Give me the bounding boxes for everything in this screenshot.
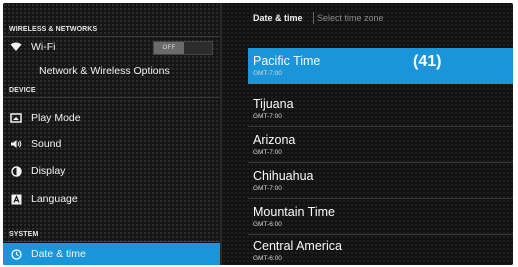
timezone-offset: GMT-7:00 (253, 70, 282, 77)
section-divider (3, 97, 220, 98)
sidebar-item-network-options[interactable]: Network & Wireless Options (3, 59, 220, 83)
section-wireless-networks: WIRELESS & NETWORKS (9, 26, 98, 33)
timezone-item-chihuahua[interactable]: Chihuahua GMT-7:00 (248, 163, 513, 199)
timezone-name: Arizona (253, 133, 296, 147)
wifi-toggle-state: OFF (154, 42, 184, 54)
timezone-item-central-america[interactable]: Central America GMT-6:00 (248, 233, 513, 265)
step-annotation: (41) (413, 53, 442, 70)
sidebar-item-label: Language (31, 193, 78, 205)
sidebar-item-wifi[interactable]: Wi-Fi OFF (3, 37, 220, 57)
page-subtitle: Select time zone (317, 13, 384, 23)
timezone-item-pacific-time[interactable]: Pacific Time GMT-7:00 (41) (248, 48, 513, 84)
breadcrumb-separator (313, 12, 314, 24)
timezone-offset: GMT-6:00 (253, 255, 282, 262)
sidebar-item-label: Display (31, 165, 66, 177)
sound-icon (10, 138, 22, 150)
sidebar-item-play-mode[interactable]: Play Mode (3, 105, 220, 131)
settings-sidebar: WIRELESS & NETWORKS Wi-Fi OFF Network & … (3, 3, 220, 265)
play-mode-icon (10, 112, 22, 124)
breadcrumb: Date & time (253, 13, 303, 23)
android-settings-screen: WIRELESS & NETWORKS Wi-Fi OFF Network & … (3, 3, 513, 265)
timezone-item-mountain-time[interactable]: Mountain Time GMT-6:00 (248, 199, 513, 235)
timezone-header: Date & time Select time zone (222, 3, 513, 37)
sidebar-item-language[interactable]: Language (3, 186, 220, 212)
timezone-name: Central America (253, 239, 342, 253)
sidebar-item-label: Network & Wireless Options (39, 65, 170, 77)
timezone-offset: GMT-7:00 (253, 185, 282, 192)
timezone-offset: GMT-7:00 (253, 113, 282, 120)
wifi-toggle[interactable]: OFF (153, 41, 213, 55)
section-system: SYSTEM (9, 231, 39, 238)
sidebar-item-label: Play Mode (31, 112, 81, 124)
timezone-item-arizona[interactable]: Arizona GMT-7:00 (248, 127, 513, 163)
sidebar-item-label: Wi-Fi (31, 41, 56, 53)
sidebar-item-display[interactable]: Display (3, 158, 220, 184)
section-device: DEVICE (9, 87, 36, 94)
sidebar-item-date-time[interactable]: Date & time (3, 243, 220, 265)
timezone-name: Tijuana (253, 97, 294, 111)
sidebar-item-sound[interactable]: Sound (3, 131, 220, 157)
wifi-icon (10, 41, 22, 53)
clock-icon (10, 248, 22, 260)
timezone-offset: GMT-7:00 (253, 149, 282, 156)
section-divider (3, 241, 220, 242)
sidebar-item-label: Sound (31, 138, 62, 150)
timezone-pane: Date & time Select time zone Pacific Tim… (222, 3, 513, 265)
timezone-name: Chihuahua (253, 169, 314, 183)
timezone-offset: GMT-6:00 (253, 221, 282, 228)
language-icon (10, 193, 22, 205)
display-icon (10, 165, 22, 177)
sidebar-item-label: Date & time (31, 248, 86, 260)
timezone-name: Pacific Time (253, 54, 321, 68)
timezone-name: Mountain Time (253, 205, 335, 219)
timezone-item-tijuana[interactable]: Tijuana GMT-7:00 (248, 91, 513, 127)
